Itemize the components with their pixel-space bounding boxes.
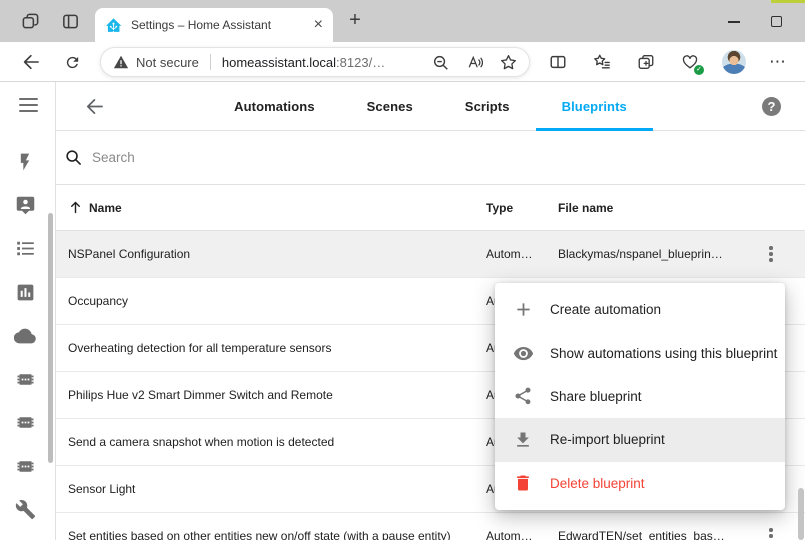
sidebar-memory-chip-icon[interactable] — [0, 358, 50, 402]
menu-hamburger-icon[interactable] — [19, 98, 38, 116]
favorites-icon[interactable] — [590, 50, 614, 74]
row-overflow-menu-icon[interactable] — [764, 526, 778, 540]
share-icon — [512, 385, 534, 407]
plus-icon — [512, 299, 534, 321]
blueprint-context-menu: Create automation Show automations using… — [495, 283, 785, 510]
sidebar-todo-list-icon[interactable] — [0, 227, 50, 271]
home-assistant-app: Automations Scenes Scripts Blueprints ? — [0, 82, 805, 540]
new-tab-button[interactable]: + — [341, 8, 369, 34]
column-file-name[interactable]: File name — [558, 201, 764, 215]
settings-tabs: Automations Scenes Scripts Blueprints — [56, 82, 805, 131]
tab-blueprints[interactable]: Blueprints — [536, 82, 653, 131]
zoom-out-icon[interactable] — [432, 54, 449, 71]
page-scrollbar[interactable] — [798, 488, 804, 540]
not-secure-warning-icon — [113, 54, 129, 70]
toolbar-actions: ✓ ⋯ — [546, 50, 790, 74]
url-path: :8123/… — [336, 55, 385, 70]
background-sliver — [771, 0, 805, 3]
sidebar-statistics-icon[interactable] — [0, 271, 50, 315]
column-type[interactable]: Type — [486, 201, 558, 215]
table-header: Name Type File name — [56, 185, 805, 231]
browser-toolbar: Not secure homeassistant.local:8123/… — [0, 42, 805, 82]
sidebar-cloud-icon[interactable] — [0, 314, 50, 358]
tab-title: Settings – Home Assistant — [131, 18, 308, 32]
sort-ascending-icon — [68, 200, 83, 215]
sidebar-memory-chip-icon[interactable] — [0, 445, 50, 489]
search-input[interactable] — [92, 150, 512, 165]
tab-scenes[interactable]: Scenes — [341, 82, 439, 131]
tab-actions-icon[interactable] — [58, 9, 82, 33]
menu-item-delete-blueprint[interactable]: Delete blueprint — [495, 462, 785, 505]
url-text[interactable]: homeassistant.local:8123/… — [222, 55, 385, 70]
download-icon — [512, 429, 534, 451]
ha-sidebar — [0, 82, 56, 540]
sidebar-memory-chip-icon[interactable] — [0, 401, 50, 445]
divider — [210, 54, 211, 70]
read-aloud-icon[interactable] — [466, 54, 483, 71]
essentials-check-badge: ✓ — [694, 65, 704, 75]
eye-icon — [512, 342, 534, 364]
search-bar — [56, 131, 805, 185]
menu-item-show-automations[interactable]: Show automations using this blueprint — [495, 331, 785, 374]
help-icon[interactable]: ? — [762, 97, 781, 116]
close-tab-icon[interactable]: × — [314, 17, 323, 33]
address-bar[interactable]: Not secure homeassistant.local:8123/… — [100, 47, 530, 77]
search-icon — [61, 146, 85, 170]
table-row[interactable]: NSPanel Configuration Autom… Blackymas/n… — [56, 231, 805, 278]
split-screen-icon[interactable] — [546, 50, 570, 74]
browser-window: Settings – Home Assistant × + Not secure — [0, 0, 805, 540]
menu-item-reimport-blueprint[interactable]: Re-import blueprint — [495, 418, 785, 461]
window-minimize-button[interactable] — [728, 21, 740, 23]
page-back-icon[interactable] — [81, 94, 105, 118]
row-overflow-menu-icon[interactable] — [764, 244, 778, 264]
tab-automations[interactable]: Automations — [208, 82, 341, 131]
active-browser-tab[interactable]: Settings – Home Assistant × — [95, 8, 333, 42]
sidebar-scrollbar[interactable] — [48, 213, 53, 463]
sidebar-wrench-icon[interactable] — [0, 488, 50, 532]
browser-titlebar: Settings – Home Assistant × + — [0, 0, 805, 42]
menu-item-share-blueprint[interactable]: Share blueprint — [495, 375, 785, 418]
browser-essentials-icon[interactable]: ✓ — [678, 50, 702, 74]
url-host: homeassistant.local — [222, 55, 336, 70]
workspaces-icon[interactable] — [18, 9, 42, 33]
window-maximize-button[interactable] — [771, 16, 782, 27]
more-menu-icon[interactable]: ⋯ — [766, 50, 790, 74]
profile-avatar[interactable] — [722, 50, 746, 74]
home-assistant-favicon — [105, 17, 122, 34]
favorite-star-icon[interactable] — [500, 54, 517, 71]
collections-icon[interactable] — [634, 50, 658, 74]
page-header: Automations Scenes Scripts Blueprints ? — [56, 82, 805, 131]
sidebar-lightning-bolt-icon[interactable] — [0, 140, 50, 184]
table-row[interactable]: Set entities based on other entities new… — [56, 513, 805, 540]
security-label[interactable]: Not secure — [136, 55, 199, 70]
refresh-icon[interactable] — [60, 50, 84, 74]
menu-item-create-automation[interactable]: Create automation — [495, 288, 785, 331]
sidebar-person-badge-icon[interactable] — [0, 184, 50, 228]
tab-scripts[interactable]: Scripts — [439, 82, 536, 131]
column-name[interactable]: Name — [68, 200, 486, 215]
back-icon[interactable] — [18, 50, 42, 74]
trash-icon — [512, 472, 534, 494]
